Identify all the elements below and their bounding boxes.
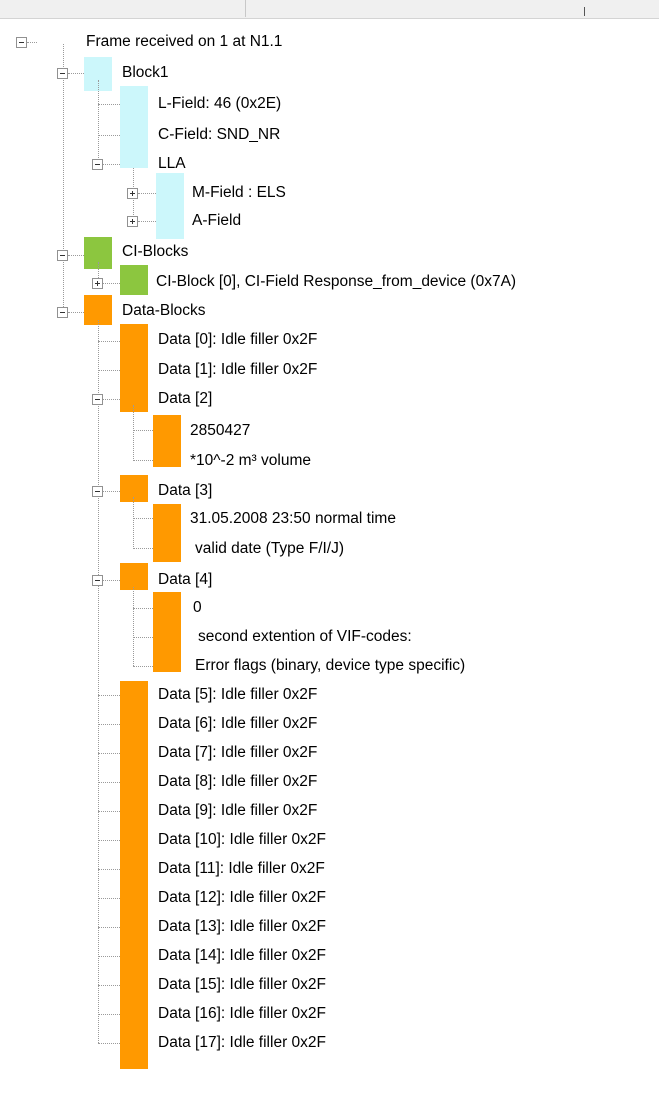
tree-node-data10[interactable]: Data [10]: Idle filler 0x2F — [158, 830, 326, 850]
tree-connector — [98, 1043, 120, 1044]
tree-node-data2[interactable]: Data [2] — [158, 389, 212, 409]
tree-node-data4-value[interactable]: 0 — [193, 598, 202, 618]
tree-connector — [103, 399, 120, 400]
expand-icon[interactable] — [127, 188, 138, 199]
tree-connector — [98, 320, 99, 1043]
tree-node-data0[interactable]: Data [0]: Idle filler 0x2F — [158, 330, 317, 350]
node-color-swatch — [120, 681, 148, 1069]
tree-node-data15[interactable]: Data [15]: Idle filler 0x2F — [158, 975, 326, 995]
tree-node-data11[interactable]: Data [11]: Idle filler 0x2F — [158, 859, 325, 879]
tree-connector — [98, 135, 120, 136]
collapse-icon[interactable] — [92, 394, 103, 405]
tree-connector — [63, 44, 64, 313]
tree-node-data3[interactable]: Data [3] — [158, 481, 212, 501]
node-color-swatch — [153, 592, 181, 672]
tree-connector — [98, 898, 120, 899]
tree-node-ciblock0[interactable]: CI-Block [0], CI-Field Response_from_dev… — [156, 272, 516, 292]
tree-connector — [103, 491, 120, 492]
expand-icon[interactable] — [92, 278, 103, 289]
tree-node-data6[interactable]: Data [6]: Idle filler 0x2F — [158, 714, 317, 734]
tree-node-afield[interactable]: A-Field — [192, 211, 241, 231]
tree-connector — [98, 869, 120, 870]
tree-node-data3-value[interactable]: 31.05.2008 23:50 normal time — [190, 509, 396, 529]
tree-connector — [68, 312, 84, 313]
tree-connector — [98, 811, 120, 812]
node-color-swatch — [120, 265, 148, 295]
tree-node-lfield[interactable]: L-Field: 46 (0x2E) — [158, 94, 281, 114]
tree-node-data13[interactable]: Data [13]: Idle filler 0x2F — [158, 917, 326, 937]
tree-connector — [133, 608, 153, 609]
tree-node-cfield[interactable]: C-Field: SND_NR — [158, 125, 280, 145]
tree-connector — [103, 283, 120, 284]
collapse-icon[interactable] — [92, 575, 103, 586]
tree-node-data7[interactable]: Data [7]: Idle filler 0x2F — [158, 743, 317, 763]
tree-node-data17[interactable]: Data [17]: Idle filler 0x2F — [158, 1033, 326, 1053]
tree-node-data4-ext[interactable]: second extention of VIF-codes: — [198, 627, 412, 647]
collapse-icon[interactable] — [92, 486, 103, 497]
tree-connector — [98, 724, 120, 725]
tree-connector — [68, 255, 84, 256]
tree-connector — [133, 497, 134, 549]
tree-node-data12[interactable]: Data [12]: Idle filler 0x2F — [158, 888, 326, 908]
tree-node-data2-value[interactable]: 2850427 — [190, 421, 250, 441]
tree-node-data14[interactable]: Data [14]: Idle filler 0x2F — [158, 946, 326, 966]
tree-node-data2-unit[interactable]: *10^-2 m³ volume — [190, 451, 311, 471]
node-color-swatch — [156, 173, 184, 239]
tree-connector — [98, 840, 120, 841]
tree-node-frame[interactable]: Frame received on 1 at N1.1 — [86, 32, 282, 52]
tree-connector — [133, 460, 153, 461]
tree-node-datablocks[interactable]: Data-Blocks — [122, 301, 206, 321]
tree-node-lla[interactable]: LLA — [158, 154, 186, 174]
tree-connector — [133, 518, 153, 519]
tree-node-data8[interactable]: Data [8]: Idle filler 0x2F — [158, 772, 317, 792]
tree-node-data4-err[interactable]: Error flags (binary, device type specifi… — [195, 656, 465, 676]
tree-connector — [133, 405, 134, 461]
collapse-icon[interactable] — [92, 159, 103, 170]
tree-connector — [98, 1014, 120, 1015]
tree-node-data1[interactable]: Data [1]: Idle filler 0x2F — [158, 360, 317, 380]
tree-connector — [98, 80, 99, 164]
tree-connector — [138, 221, 156, 222]
tree-connector — [98, 341, 120, 342]
tree-node-data3-desc[interactable]: valid date (Type F/I/J) — [195, 539, 344, 559]
collapse-icon[interactable] — [57, 68, 68, 79]
tree-connector — [98, 782, 120, 783]
collapse-icon[interactable] — [57, 307, 68, 318]
tree-connector — [68, 73, 84, 74]
node-color-swatch — [153, 504, 181, 562]
tree-connector — [98, 927, 120, 928]
tree-node-data16[interactable]: Data [16]: Idle filler 0x2F — [158, 1004, 326, 1024]
node-color-swatch — [120, 86, 148, 168]
tree-node-block1[interactable]: Block1 — [122, 63, 169, 83]
node-color-swatch — [153, 415, 181, 467]
collapse-icon[interactable] — [57, 250, 68, 261]
tree-connector — [98, 104, 120, 105]
tree-connector — [133, 637, 153, 638]
tree-connector — [98, 753, 120, 754]
tree-connector — [98, 956, 120, 957]
tree-node-mfield[interactable]: M-Field : ELS — [192, 183, 286, 203]
expand-icon[interactable] — [127, 216, 138, 227]
collapse-icon[interactable] — [16, 37, 27, 48]
frame-tree-view[interactable]: Frame received on 1 at N1.1 Block1 L-Fie… — [0, 0, 659, 1100]
tree-connector — [103, 580, 120, 581]
tree-connector — [133, 666, 153, 667]
node-color-swatch — [120, 475, 148, 502]
tree-connector — [27, 42, 37, 43]
tree-connector — [98, 695, 120, 696]
tree-node-ciblocks[interactable]: CI-Blocks — [122, 242, 188, 262]
tree-connector — [133, 430, 153, 431]
tree-connector — [138, 193, 156, 194]
tree-node-data5[interactable]: Data [5]: Idle filler 0x2F — [158, 685, 317, 705]
tree-connector — [133, 548, 153, 549]
node-color-swatch — [120, 324, 148, 412]
node-color-swatch — [120, 563, 148, 590]
tree-connector — [133, 587, 134, 666]
tree-node-data9[interactable]: Data [9]: Idle filler 0x2F — [158, 801, 317, 821]
tree-connector — [98, 370, 120, 371]
tree-connector — [98, 985, 120, 986]
tree-node-data4[interactable]: Data [4] — [158, 570, 212, 590]
tree-connector — [103, 164, 120, 165]
